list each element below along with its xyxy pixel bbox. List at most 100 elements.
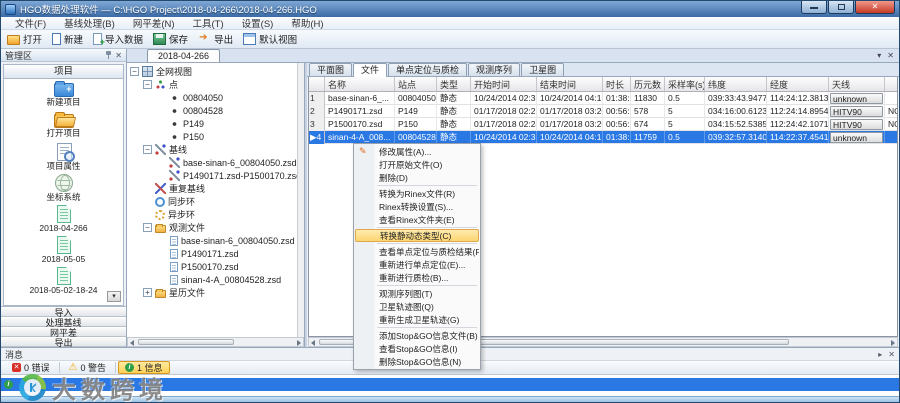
- context-menu-item[interactable]: 观测序列图(T): [355, 287, 479, 300]
- tree-item[interactable]: 00804050: [127, 91, 297, 104]
- context-menu-item[interactable]: 查看Stop&GO信息(I): [355, 342, 479, 355]
- tab-close-icon[interactable]: ✕: [887, 51, 894, 60]
- context-menu-item[interactable]: 修改属性(A)...: [355, 145, 479, 158]
- tree-item[interactable]: 00804528: [127, 104, 297, 117]
- column-header[interactable]: 开始时间: [471, 77, 537, 91]
- antenna-cell[interactable]: unknown: [829, 130, 885, 144]
- messages-pin-icon[interactable]: ▸: [878, 350, 882, 359]
- tree-item[interactable]: P150: [127, 130, 297, 143]
- minimize-button[interactable]: [801, 1, 827, 14]
- table-row[interactable]: 3 P1500170.zsd P150 静态 01/17/2018 02:24.…: [309, 117, 897, 131]
- toolbar-button[interactable]: 导入数据: [93, 32, 143, 47]
- tree-item[interactable]: P149: [127, 117, 297, 130]
- toolbar-button[interactable]: 默认视图: [243, 32, 297, 46]
- sidebar-item[interactable]: 新建项目: [4, 79, 123, 110]
- document-tab[interactable]: 2018-04-266: [147, 49, 221, 62]
- toolbar-button[interactable]: 新建: [52, 32, 83, 46]
- tree-expander-icon[interactable]: −: [143, 145, 152, 154]
- tree-item[interactable]: 异步环: [127, 208, 297, 221]
- context-menu-item[interactable]: 添加Stop&GO信息文件(B): [355, 329, 479, 342]
- tree-item[interactable]: P1500170.zsd: [127, 260, 297, 273]
- column-header[interactable]: 天线: [829, 77, 885, 91]
- column-header[interactable]: [885, 77, 897, 91]
- sidebar-item[interactable]: 2018-05-02-18-24: [4, 265, 123, 296]
- pin-icon[interactable]: [105, 51, 112, 59]
- sidebar-section-header[interactable]: 项目: [3, 64, 124, 79]
- close-button[interactable]: ✕: [855, 1, 895, 14]
- tree-expander-icon[interactable]: −: [130, 67, 139, 76]
- tree-item[interactable]: sinan-4-A_00804528.zsd: [127, 273, 297, 286]
- sidebar-item[interactable]: 2018-05-05: [4, 234, 123, 265]
- tree-item[interactable]: base-sinan-6_00804050.zsd-sinan-4-A_0080…: [127, 156, 297, 169]
- view-tab[interactable]: 单点定位与质检: [388, 63, 468, 76]
- sidebar-action-button[interactable]: 处理基线: [1, 317, 126, 328]
- antenna-cell[interactable]: HITV90: [829, 104, 885, 118]
- column-header[interactable]: [309, 77, 325, 91]
- antenna-dropdown[interactable]: HITV90: [830, 118, 883, 130]
- context-menu-item[interactable]: 删除(D): [355, 171, 479, 184]
- menu-item[interactable]: 设置(S): [234, 16, 282, 30]
- scrollbar-thumb[interactable]: [138, 339, 235, 345]
- context-menu-item[interactable]: 重新进行单点定位(E)...: [355, 258, 479, 271]
- context-menu-item[interactable]: 删除Stop&GO信息(N): [355, 355, 479, 368]
- sidebar-item[interactable]: 打开项目: [4, 110, 123, 141]
- sidebar-item[interactable]: 坐标系统: [4, 172, 123, 203]
- tree-item[interactable]: − 点: [127, 78, 297, 91]
- menu-item[interactable]: 基线处理(B): [56, 16, 123, 30]
- column-header[interactable]: 结束时间: [537, 77, 603, 91]
- tree-item[interactable]: base-sinan-6_00804050.zsd: [127, 234, 297, 247]
- context-menu-item[interactable]: 重新生成卫星轨迹(G): [355, 313, 479, 326]
- antenna-dropdown[interactable]: unknown: [830, 131, 883, 143]
- table-row[interactable]: 1 base-sinan-6_... 00804050 静态 10/24/201…: [309, 91, 897, 105]
- tree-expander-icon[interactable]: −: [143, 223, 152, 232]
- tree-vertical-scrollbar[interactable]: [297, 63, 304, 337]
- column-header[interactable]: 历元数: [631, 77, 665, 91]
- tab-list-dropdown-icon[interactable]: ▾: [877, 51, 881, 60]
- context-menu-item[interactable]: 重新进行质检(B)...: [355, 271, 479, 284]
- antenna-dropdown[interactable]: unknown: [830, 92, 883, 104]
- antenna-cell[interactable]: HITV90: [829, 117, 885, 131]
- view-tab[interactable]: 文件: [353, 63, 388, 77]
- column-header[interactable]: 名称: [325, 77, 395, 91]
- tree-expander-icon[interactable]: +: [143, 288, 152, 297]
- tree-item[interactable]: − 基线: [127, 143, 297, 156]
- view-tab[interactable]: 观测序列: [468, 63, 521, 76]
- column-header[interactable]: 时长: [603, 77, 631, 91]
- messages-close-icon[interactable]: ✕: [888, 350, 895, 359]
- sidebar-action-button[interactable]: 网平差: [1, 327, 126, 338]
- context-menu-item[interactable]: 打开原始文件(O): [355, 158, 479, 171]
- context-menu-item[interactable]: Rinex转换设置(S)...: [355, 200, 479, 213]
- menu-item[interactable]: 帮助(H): [283, 16, 331, 30]
- tree-horizontal-scrollbar[interactable]: [127, 337, 304, 347]
- context-menu-item[interactable]: 卫星轨迹图(Q): [355, 300, 479, 313]
- menu-item[interactable]: 工具(T): [185, 16, 232, 30]
- antenna-cell[interactable]: unknown: [829, 91, 885, 105]
- table-row[interactable]: 2 P1490171.zsd P149 静态 01/17/2018 02:23.…: [309, 104, 897, 118]
- toolbar-button[interactable]: 保存: [153, 32, 188, 46]
- sidebar-close-icon[interactable]: ✕: [115, 51, 122, 60]
- context-menu-item[interactable]: 转换静动态类型(C): [355, 229, 479, 242]
- toolbar-button[interactable]: 导出: [198, 32, 233, 46]
- view-tab[interactable]: 平面图: [309, 63, 353, 76]
- antenna-dropdown[interactable]: HITV90: [830, 105, 883, 117]
- tree-item[interactable]: − 全网视图: [127, 65, 297, 78]
- tree-item[interactable]: + 星历文件: [127, 286, 297, 299]
- column-header[interactable]: 采样率(s): [665, 77, 705, 91]
- view-tab[interactable]: 卫星图: [521, 63, 565, 76]
- tree-item[interactable]: P1490171.zsd: [127, 247, 297, 260]
- sidebar-dropdown-button[interactable]: ▾: [107, 291, 121, 302]
- scroll-right-icon[interactable]: [891, 340, 895, 346]
- errors-filter-button[interactable]: ✕ 0 错误: [5, 361, 57, 374]
- tree-expander-icon[interactable]: −: [143, 80, 152, 89]
- sidebar-action-button[interactable]: 导出: [1, 337, 126, 348]
- menu-item[interactable]: 网平差(N): [125, 16, 183, 30]
- column-header[interactable]: 经度: [767, 77, 829, 91]
- toolbar-button[interactable]: 打开: [7, 32, 42, 46]
- tree-item[interactable]: P1490171.zsd-P1500170.zsd: [127, 169, 297, 182]
- scroll-left-icon[interactable]: [311, 340, 315, 346]
- sidebar-item[interactable]: 2018-04-266: [4, 203, 123, 234]
- context-menu-item[interactable]: 查看单点定位与质检结果(P): [355, 245, 479, 258]
- sidebar-action-button[interactable]: 导入: [1, 307, 126, 318]
- tree-item[interactable]: − 观测文件: [127, 221, 297, 234]
- warnings-filter-button[interactable]: ⚠ 0 警告: [62, 361, 113, 374]
